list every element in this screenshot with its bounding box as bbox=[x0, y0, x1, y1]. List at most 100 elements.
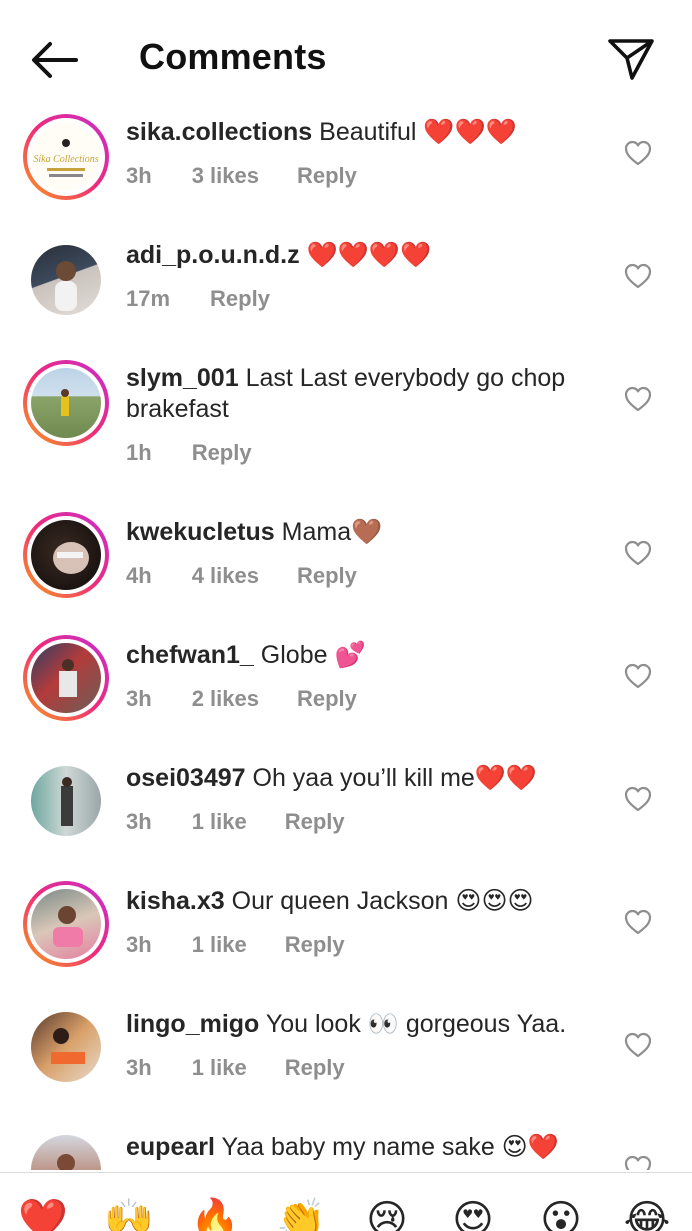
back-button[interactable] bbox=[28, 38, 80, 82]
avatar[interactable] bbox=[23, 512, 109, 598]
reply-button[interactable]: Reply bbox=[285, 1055, 345, 1081]
avatar[interactable] bbox=[23, 758, 109, 844]
comment-likes[interactable]: 1 like bbox=[192, 809, 247, 835]
comment-username[interactable]: slym_001 bbox=[126, 364, 239, 392]
comment-username[interactable]: chefwan1_ bbox=[126, 641, 254, 669]
comment-text: slym_001 Last Last everybody go chop bra… bbox=[126, 363, 596, 425]
heart-outline-icon bbox=[624, 263, 652, 289]
reply-button[interactable]: Reply bbox=[285, 809, 345, 835]
heart-outline-icon bbox=[624, 663, 652, 689]
reply-button[interactable]: Reply bbox=[192, 440, 252, 466]
comment-username[interactable]: kisha.x3 bbox=[126, 887, 225, 915]
comment-username[interactable]: eupearl bbox=[126, 1133, 215, 1161]
clapping-emoji-button[interactable]: 👏 bbox=[276, 1195, 326, 1231]
heart-outline-icon bbox=[624, 909, 652, 935]
like-button[interactable] bbox=[624, 140, 652, 166]
comment-body: Globe 💕 bbox=[260, 641, 366, 669]
comment-time: 17m bbox=[126, 286, 171, 311]
profile-photo-image bbox=[59, 659, 77, 697]
laughing-emoji-button[interactable]: 😂 bbox=[622, 1195, 672, 1231]
heart-emoji-button[interactable]: ❤️ bbox=[18, 1195, 68, 1231]
comment-likes[interactable]: 1 like bbox=[192, 1055, 247, 1081]
comment-username[interactable]: sika.collections bbox=[126, 118, 312, 146]
like-button[interactable] bbox=[624, 1032, 652, 1058]
comment-likes[interactable]: 1 like bbox=[192, 932, 247, 958]
comment-time: 3h bbox=[126, 1055, 152, 1080]
reply-button[interactable]: Reply bbox=[297, 563, 357, 589]
comment-likes[interactable]: 2 likes bbox=[192, 686, 259, 712]
comment-username[interactable]: lingo_migo bbox=[126, 1010, 259, 1038]
page-title: Comments bbox=[139, 36, 327, 77]
comment-username[interactable]: adi_p.o.u.n.d.z bbox=[126, 241, 300, 269]
comment-body: You look 👀 gorgeous Yaa. bbox=[265, 1010, 567, 1038]
heart-outline-icon bbox=[624, 786, 652, 812]
heart-outline-icon bbox=[624, 540, 652, 566]
raised-hands-emoji-button[interactable]: 🙌 bbox=[104, 1195, 154, 1231]
heart-outline-icon bbox=[624, 1155, 652, 1170]
avatar[interactable] bbox=[23, 360, 109, 446]
comment-list[interactable]: Sika Collections sika.collections Beauti… bbox=[0, 112, 692, 1170]
comment-username[interactable]: osei03497 bbox=[126, 764, 246, 792]
comment-body: Mama🤎 bbox=[281, 518, 383, 546]
share-button[interactable] bbox=[606, 36, 656, 82]
like-button[interactable] bbox=[624, 909, 652, 935]
profile-photo-image bbox=[57, 1154, 75, 1170]
comment-text: kisha.x3 Our queen Jackson 😍😍😍 bbox=[126, 886, 596, 917]
comment-meta: 4h 4 likes Reply bbox=[126, 563, 357, 589]
reply-button[interactable]: Reply bbox=[285, 932, 345, 958]
comment-time: 3h bbox=[126, 686, 152, 711]
like-button[interactable] bbox=[624, 1155, 652, 1170]
comment-username[interactable]: kwekucletus bbox=[126, 518, 275, 546]
comment-meta: 1h Reply bbox=[126, 440, 252, 466]
paper-plane-icon bbox=[608, 39, 654, 80]
comment-meta: 3h 1 like Reply bbox=[126, 932, 345, 958]
emoji-reaction-bar: ❤️ 🙌 🔥 👏 😢 😍 😮 😂 bbox=[0, 1172, 692, 1231]
comment-meta: 3h 1 like Reply bbox=[126, 1055, 345, 1081]
svg-text:Sika Collections: Sika Collections bbox=[33, 154, 98, 165]
arrow-left-icon bbox=[32, 42, 78, 78]
comment-body: Our queen Jackson 😍😍😍 bbox=[231, 887, 534, 915]
avatar[interactable] bbox=[23, 237, 109, 323]
profile-photo-image bbox=[61, 777, 73, 826]
heart-outline-icon bbox=[624, 386, 652, 412]
heart-eyes-emoji-button[interactable]: 😍 bbox=[448, 1195, 498, 1231]
surprised-emoji-button[interactable]: 😮 bbox=[536, 1195, 586, 1231]
like-button[interactable] bbox=[624, 540, 652, 566]
comment-text: chefwan1_ Globe 💕 bbox=[126, 640, 596, 671]
comment-time: 4h bbox=[126, 563, 152, 588]
avatar[interactable] bbox=[23, 635, 109, 721]
comment-meta: 3h 3 likes Reply bbox=[126, 163, 357, 189]
comment-text: lingo_migo You look 👀 gorgeous Yaa. bbox=[126, 1009, 596, 1040]
comment-text: adi_p.o.u.n.d.z ❤️❤️❤️❤️ bbox=[126, 240, 596, 271]
comment-text: osei03497 Oh yaa you’ll kill me❤️❤️ bbox=[126, 763, 596, 794]
brand-logo-image: Sika Collections bbox=[32, 123, 100, 191]
comment-body: Yaa baby my name sake 😍❤️ bbox=[221, 1133, 559, 1161]
profile-photo-image bbox=[51, 1028, 85, 1064]
reply-button[interactable]: Reply bbox=[297, 163, 357, 189]
like-button[interactable] bbox=[624, 386, 652, 412]
avatar[interactable]: Sika Collections bbox=[23, 114, 109, 200]
avatar[interactable] bbox=[23, 881, 109, 967]
comment-likes[interactable]: 4 likes bbox=[192, 563, 259, 589]
like-button[interactable] bbox=[624, 663, 652, 689]
avatar[interactable] bbox=[23, 1127, 109, 1170]
comment-likes[interactable]: 3 likes bbox=[192, 163, 259, 189]
reply-button[interactable]: Reply bbox=[297, 686, 357, 712]
reply-button[interactable]: Reply bbox=[210, 286, 270, 312]
header-bar: Comments bbox=[0, 0, 692, 112]
comment-meta: 17m Reply bbox=[126, 286, 270, 312]
like-button[interactable] bbox=[624, 263, 652, 289]
heart-outline-icon bbox=[624, 140, 652, 166]
comment-text: sika.collections Beautiful ❤️❤️❤️ bbox=[126, 117, 596, 148]
fire-emoji-button[interactable]: 🔥 bbox=[190, 1195, 240, 1231]
comment-meta: 3h 2 likes Reply bbox=[126, 686, 357, 712]
comment-text: kwekucletus Mama🤎 bbox=[126, 517, 596, 548]
profile-photo-image bbox=[53, 542, 89, 574]
comment-body: Beautiful ❤️❤️❤️ bbox=[319, 118, 517, 146]
comment-text: eupearl Yaa baby my name sake 😍❤️ bbox=[126, 1132, 596, 1163]
profile-photo-image bbox=[55, 261, 77, 311]
crying-emoji-button[interactable]: 😢 bbox=[362, 1195, 412, 1231]
like-button[interactable] bbox=[624, 786, 652, 812]
avatar[interactable] bbox=[23, 1004, 109, 1090]
comment-body: ❤️❤️❤️❤️ bbox=[306, 241, 432, 269]
